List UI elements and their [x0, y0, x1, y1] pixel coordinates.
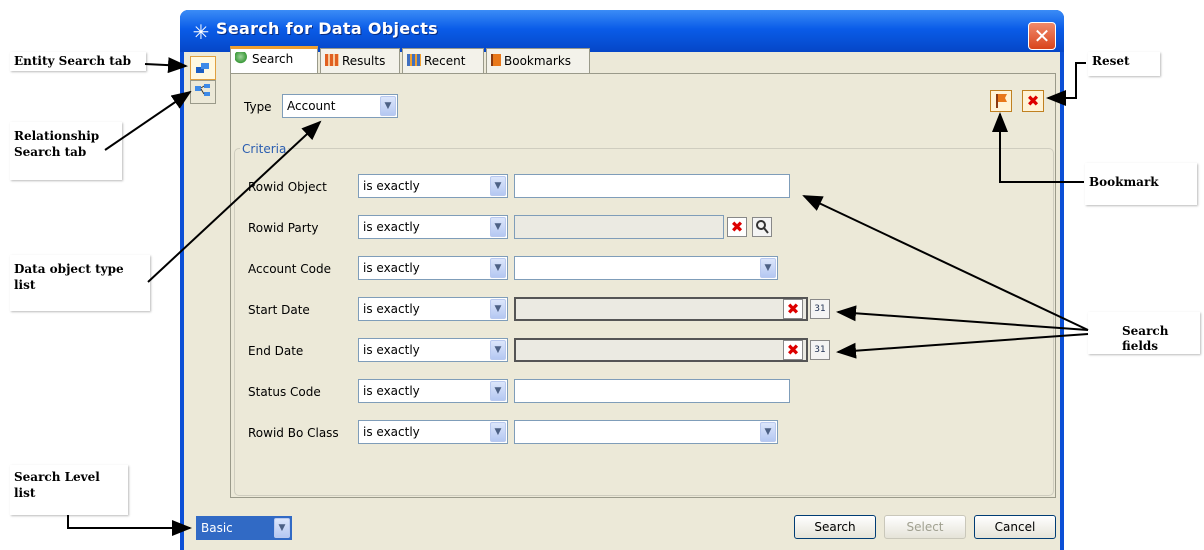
annotation-arrows: [67, 57, 1089, 536]
